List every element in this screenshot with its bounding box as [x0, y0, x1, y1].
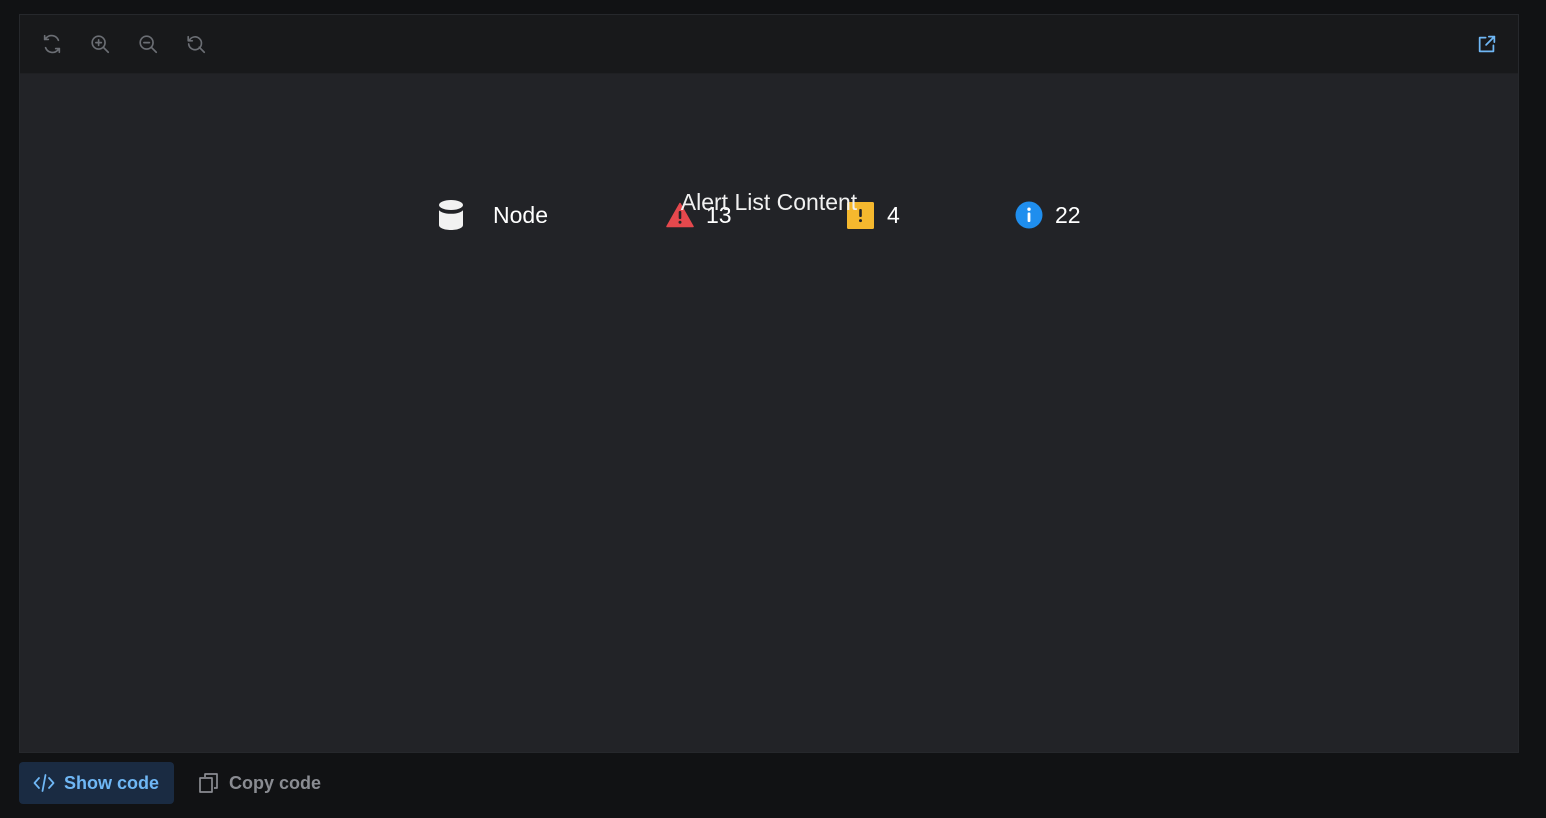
copy-code-label: Copy code: [229, 772, 322, 793]
external-link-icon: [1478, 35, 1496, 53]
refresh-button[interactable]: [40, 32, 64, 56]
preview-toolbar: [20, 15, 1518, 74]
refresh-icon: [43, 34, 61, 54]
zoom-out-icon: [139, 35, 158, 54]
reset-zoom-icon: [187, 35, 206, 54]
diagram-canvas: Node 13 4 22 Alert List Content: [20, 74, 1518, 752]
reset-zoom-button[interactable]: [184, 32, 208, 56]
preview-frame: Node 13 4 22 Alert List Content: [19, 14, 1519, 753]
show-code-button[interactable]: Show code: [19, 762, 175, 804]
copy-code-button[interactable]: Copy code: [198, 762, 321, 804]
code-icon: [33, 774, 55, 792]
alert-list-content: Alert List Content: [680, 189, 858, 215]
node-card[interactable]: Node 13 4 22 Alert List Content: [20, 74, 1518, 274]
show-code-label: Show code: [64, 772, 160, 793]
open-external-button[interactable]: [1475, 32, 1499, 56]
code-actions: Show code Copy code: [19, 762, 321, 804]
copy-icon: [199, 773, 218, 793]
zoom-out-button[interactable]: [136, 32, 160, 56]
zoom-in-icon: [91, 35, 110, 54]
zoom-in-button[interactable]: [88, 32, 112, 56]
